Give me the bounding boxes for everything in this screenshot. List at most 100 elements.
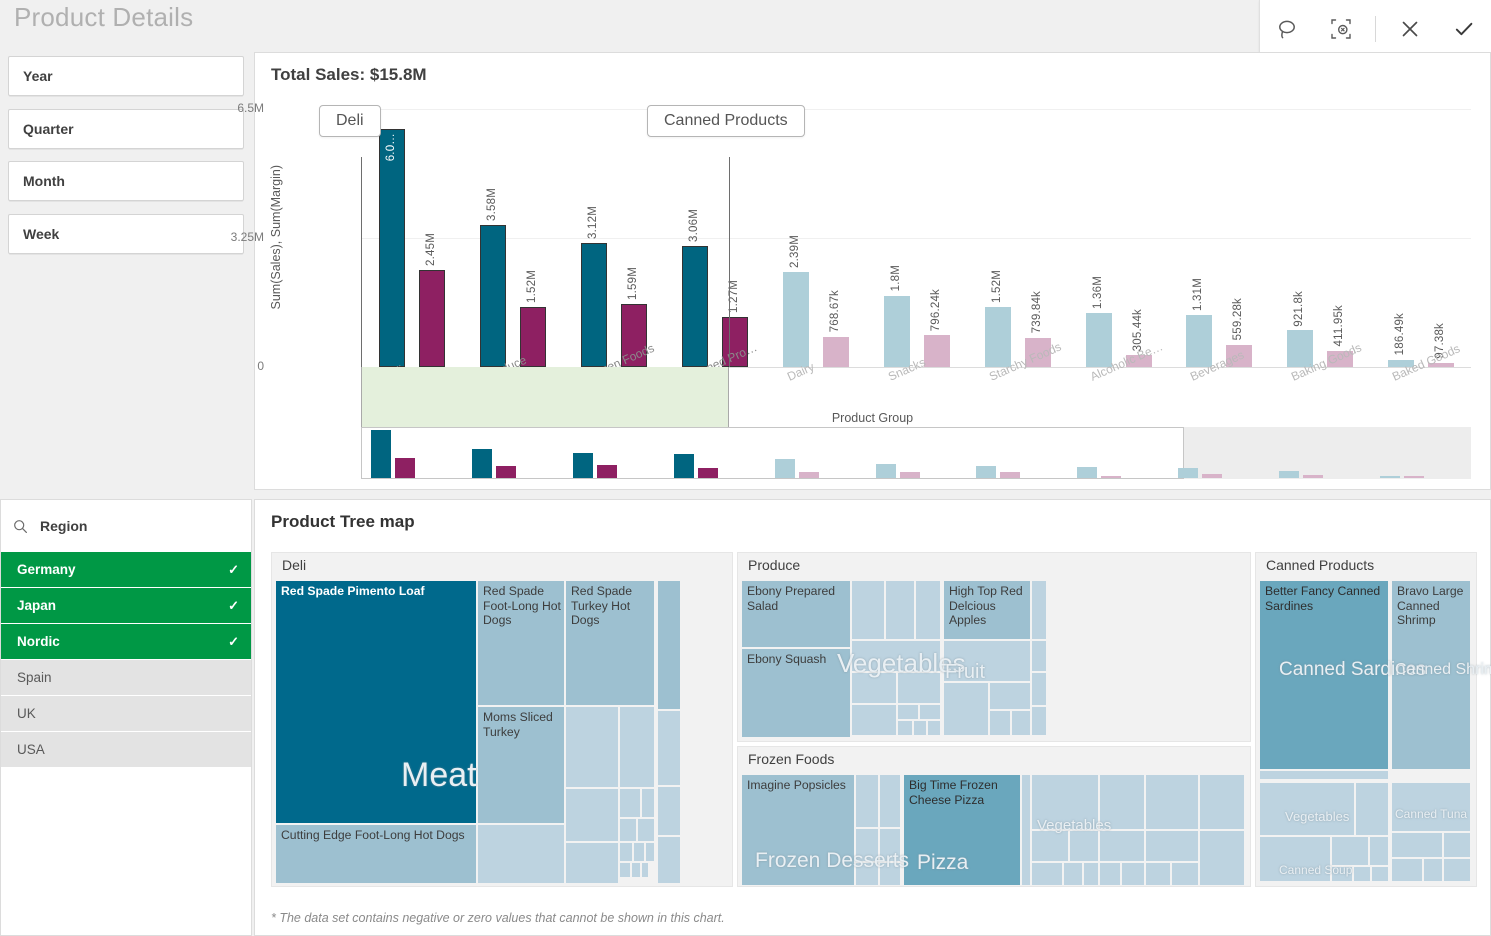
- treemap-tile[interactable]: [1372, 867, 1388, 881]
- treemap-tile[interactable]: [1032, 673, 1046, 705]
- treemap-tile[interactable]: [1260, 771, 1388, 779]
- treemap-tile[interactable]: [898, 673, 940, 703]
- chart-scroll-minimap[interactable]: [361, 427, 1471, 479]
- filter-year[interactable]: Year: [8, 56, 244, 96]
- bar-margin[interactable]: [823, 337, 849, 368]
- treemap-tile[interactable]: [1146, 775, 1198, 829]
- treemap-tile[interactable]: [658, 711, 680, 785]
- treemap-tile[interactable]: [914, 721, 926, 735]
- selection-bubble-start[interactable]: Deli: [319, 105, 381, 137]
- treemap-tile[interactable]: [928, 721, 940, 735]
- treemap-tile[interactable]: [1200, 831, 1244, 885]
- treemap-tile-labeled[interactable]: Big Time Frozen Cheese Pizza: [904, 775, 1020, 885]
- treemap-tile[interactable]: [856, 775, 878, 827]
- treemap-tile[interactable]: [1370, 837, 1388, 865]
- treemap-tile[interactable]: [1032, 581, 1046, 639]
- treemap-tile-labeled[interactable]: Red Spade Foot-Long Hot Dogs: [478, 581, 564, 705]
- treemap-tile[interactable]: [880, 775, 900, 827]
- treemap-tile[interactable]: [852, 641, 940, 671]
- bar-sales[interactable]: [581, 243, 607, 367]
- treemap-tile[interactable]: [566, 843, 618, 883]
- treemap-tile[interactable]: [1444, 833, 1470, 857]
- bar-sales[interactable]: [379, 129, 405, 367]
- treemap-tile[interactable]: [1022, 775, 1030, 885]
- treemap-tile[interactable]: [620, 707, 654, 787]
- treemap-tile[interactable]: [898, 705, 918, 719]
- treemap-tile[interactable]: [620, 789, 640, 817]
- treemap-tile[interactable]: [852, 581, 884, 639]
- treemap-tile[interactable]: [1100, 831, 1144, 861]
- treemap-tile[interactable]: [658, 581, 680, 709]
- treemap-tile-labeled[interactable]: Moms Sliced Turkey: [478, 707, 564, 823]
- treemap-tile[interactable]: [1172, 863, 1198, 885]
- treemap-tile-labeled[interactable]: Cutting Edge Foot-Long Hot Dogs: [276, 825, 476, 883]
- filter-month[interactable]: Month: [8, 161, 244, 201]
- treemap-tile[interactable]: [898, 721, 912, 735]
- treemap-tile-labeled[interactable]: Ebony Squash: [742, 649, 850, 737]
- bar-sales[interactable]: [480, 225, 506, 367]
- treemap-tile-labeled[interactable]: High Top Red Delcious Apples: [944, 581, 1030, 639]
- selection-bubble-end[interactable]: Canned Products: [647, 105, 805, 137]
- region-item-japan[interactable]: Japan✓: [1, 588, 251, 624]
- treemap-tile[interactable]: [856, 829, 878, 861]
- region-item-spain[interactable]: Spain: [1, 660, 251, 696]
- region-item-nordic[interactable]: Nordic✓: [1, 624, 251, 660]
- cancel-selection-icon[interactable]: [1390, 9, 1430, 49]
- treemap-tile[interactable]: [1392, 783, 1470, 831]
- treemap-tile-labeled[interactable]: Imagine Popsicles: [742, 775, 854, 885]
- treemap-tile[interactable]: [642, 863, 648, 877]
- bar-margin[interactable]: [419, 270, 445, 367]
- bar-sales[interactable]: [1086, 313, 1112, 367]
- filter-quarter[interactable]: Quarter: [8, 109, 244, 149]
- treemap-tile[interactable]: [566, 707, 618, 787]
- treemap-tile[interactable]: [856, 863, 878, 885]
- treemap-tile[interactable]: [852, 705, 896, 735]
- treemap-tile[interactable]: [880, 829, 900, 861]
- treemap-tile-labeled[interactable]: Bravo Large Canned Shrimp: [1392, 581, 1470, 769]
- treemap-tile[interactable]: [1064, 863, 1082, 885]
- treemap-tile[interactable]: [1100, 863, 1120, 885]
- treemap-tile[interactable]: [620, 819, 636, 841]
- treemap-tile[interactable]: [1032, 863, 1062, 885]
- treemap-tile-labeled[interactable]: Red Spade Turkey Hot Dogs: [566, 581, 654, 705]
- treemap-tile-labeled[interactable]: Ebony Prepared Salad: [742, 581, 850, 647]
- treemap-tile[interactable]: [1146, 863, 1170, 885]
- treemap-tile[interactable]: [1332, 837, 1368, 865]
- bar-margin[interactable]: [924, 335, 950, 367]
- bar-sales[interactable]: [682, 246, 708, 367]
- treemap-tile[interactable]: [920, 705, 940, 719]
- treemap-tile[interactable]: [1146, 831, 1198, 861]
- bar-sales[interactable]: [783, 272, 809, 367]
- treemap-tile[interactable]: [1122, 863, 1144, 885]
- treemap-tile-labeled[interactable]: Better Fancy Canned Sardines: [1260, 581, 1388, 769]
- treemap-tile[interactable]: [638, 819, 654, 841]
- treemap-tile[interactable]: [944, 641, 1030, 681]
- treemap-tile[interactable]: [1424, 859, 1442, 881]
- treemap-tile[interactable]: [658, 787, 680, 835]
- treemap-tile[interactable]: [642, 789, 654, 817]
- treemap-tile[interactable]: [1084, 863, 1098, 885]
- clear-selection-icon[interactable]: [1321, 9, 1361, 49]
- treemap-tile[interactable]: [1332, 867, 1352, 881]
- treemap-tile[interactable]: [1200, 775, 1244, 829]
- treemap-tile[interactable]: [852, 673, 896, 703]
- treemap-tile[interactable]: [1100, 775, 1144, 829]
- treemap-tile[interactable]: [658, 837, 680, 883]
- region-item-uk[interactable]: UK: [1, 696, 251, 732]
- treemap-tile[interactable]: [880, 863, 900, 885]
- region-item-germany[interactable]: Germany✓: [1, 552, 251, 588]
- treemap-tile[interactable]: [1032, 831, 1068, 861]
- treemap-tile[interactable]: [566, 789, 618, 841]
- treemap-tile[interactable]: [1356, 783, 1388, 835]
- treemap-tile[interactable]: [1032, 641, 1046, 671]
- treemap-tile[interactable]: [990, 711, 1010, 735]
- treemap-tile[interactable]: [634, 843, 644, 861]
- treemap-tile[interactable]: [620, 843, 632, 861]
- treemap-tile[interactable]: [1444, 859, 1470, 881]
- confirm-selection-icon[interactable]: [1444, 9, 1484, 49]
- treemap-tile[interactable]: [944, 683, 988, 735]
- treemap-tile[interactable]: [1392, 833, 1442, 857]
- treemap-tile[interactable]: [478, 825, 564, 883]
- treemap-tile[interactable]: [620, 863, 630, 877]
- treemap-tile[interactable]: [1032, 775, 1098, 829]
